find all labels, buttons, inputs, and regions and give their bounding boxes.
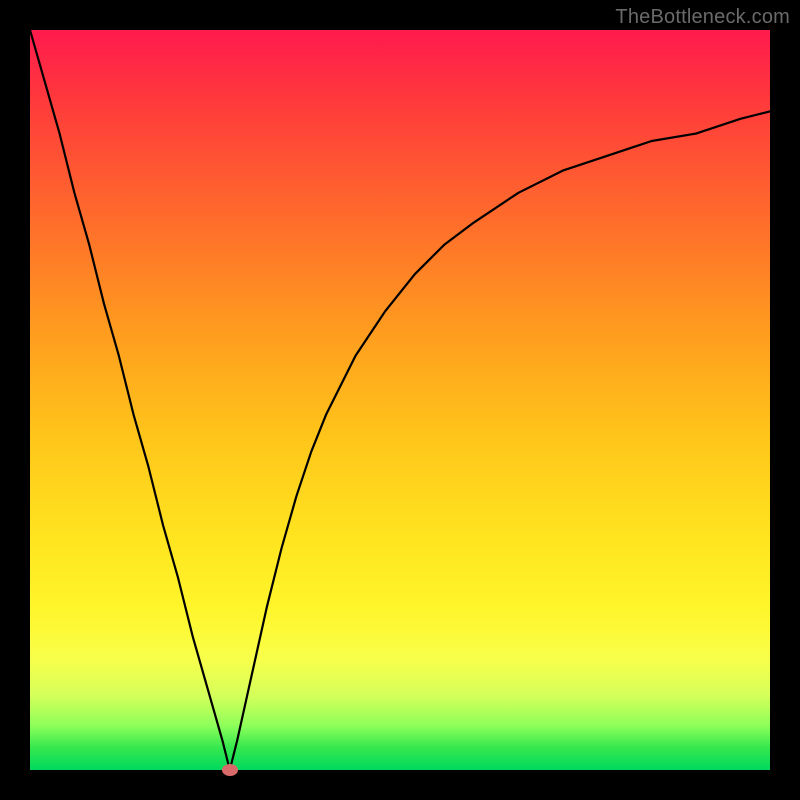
plot-area (30, 30, 770, 770)
minimum-marker (222, 764, 238, 776)
watermark-text: TheBottleneck.com (615, 6, 790, 29)
curve-svg (30, 30, 770, 770)
chart-frame: TheBottleneck.com (0, 0, 800, 800)
bottleneck-curve (30, 30, 770, 770)
